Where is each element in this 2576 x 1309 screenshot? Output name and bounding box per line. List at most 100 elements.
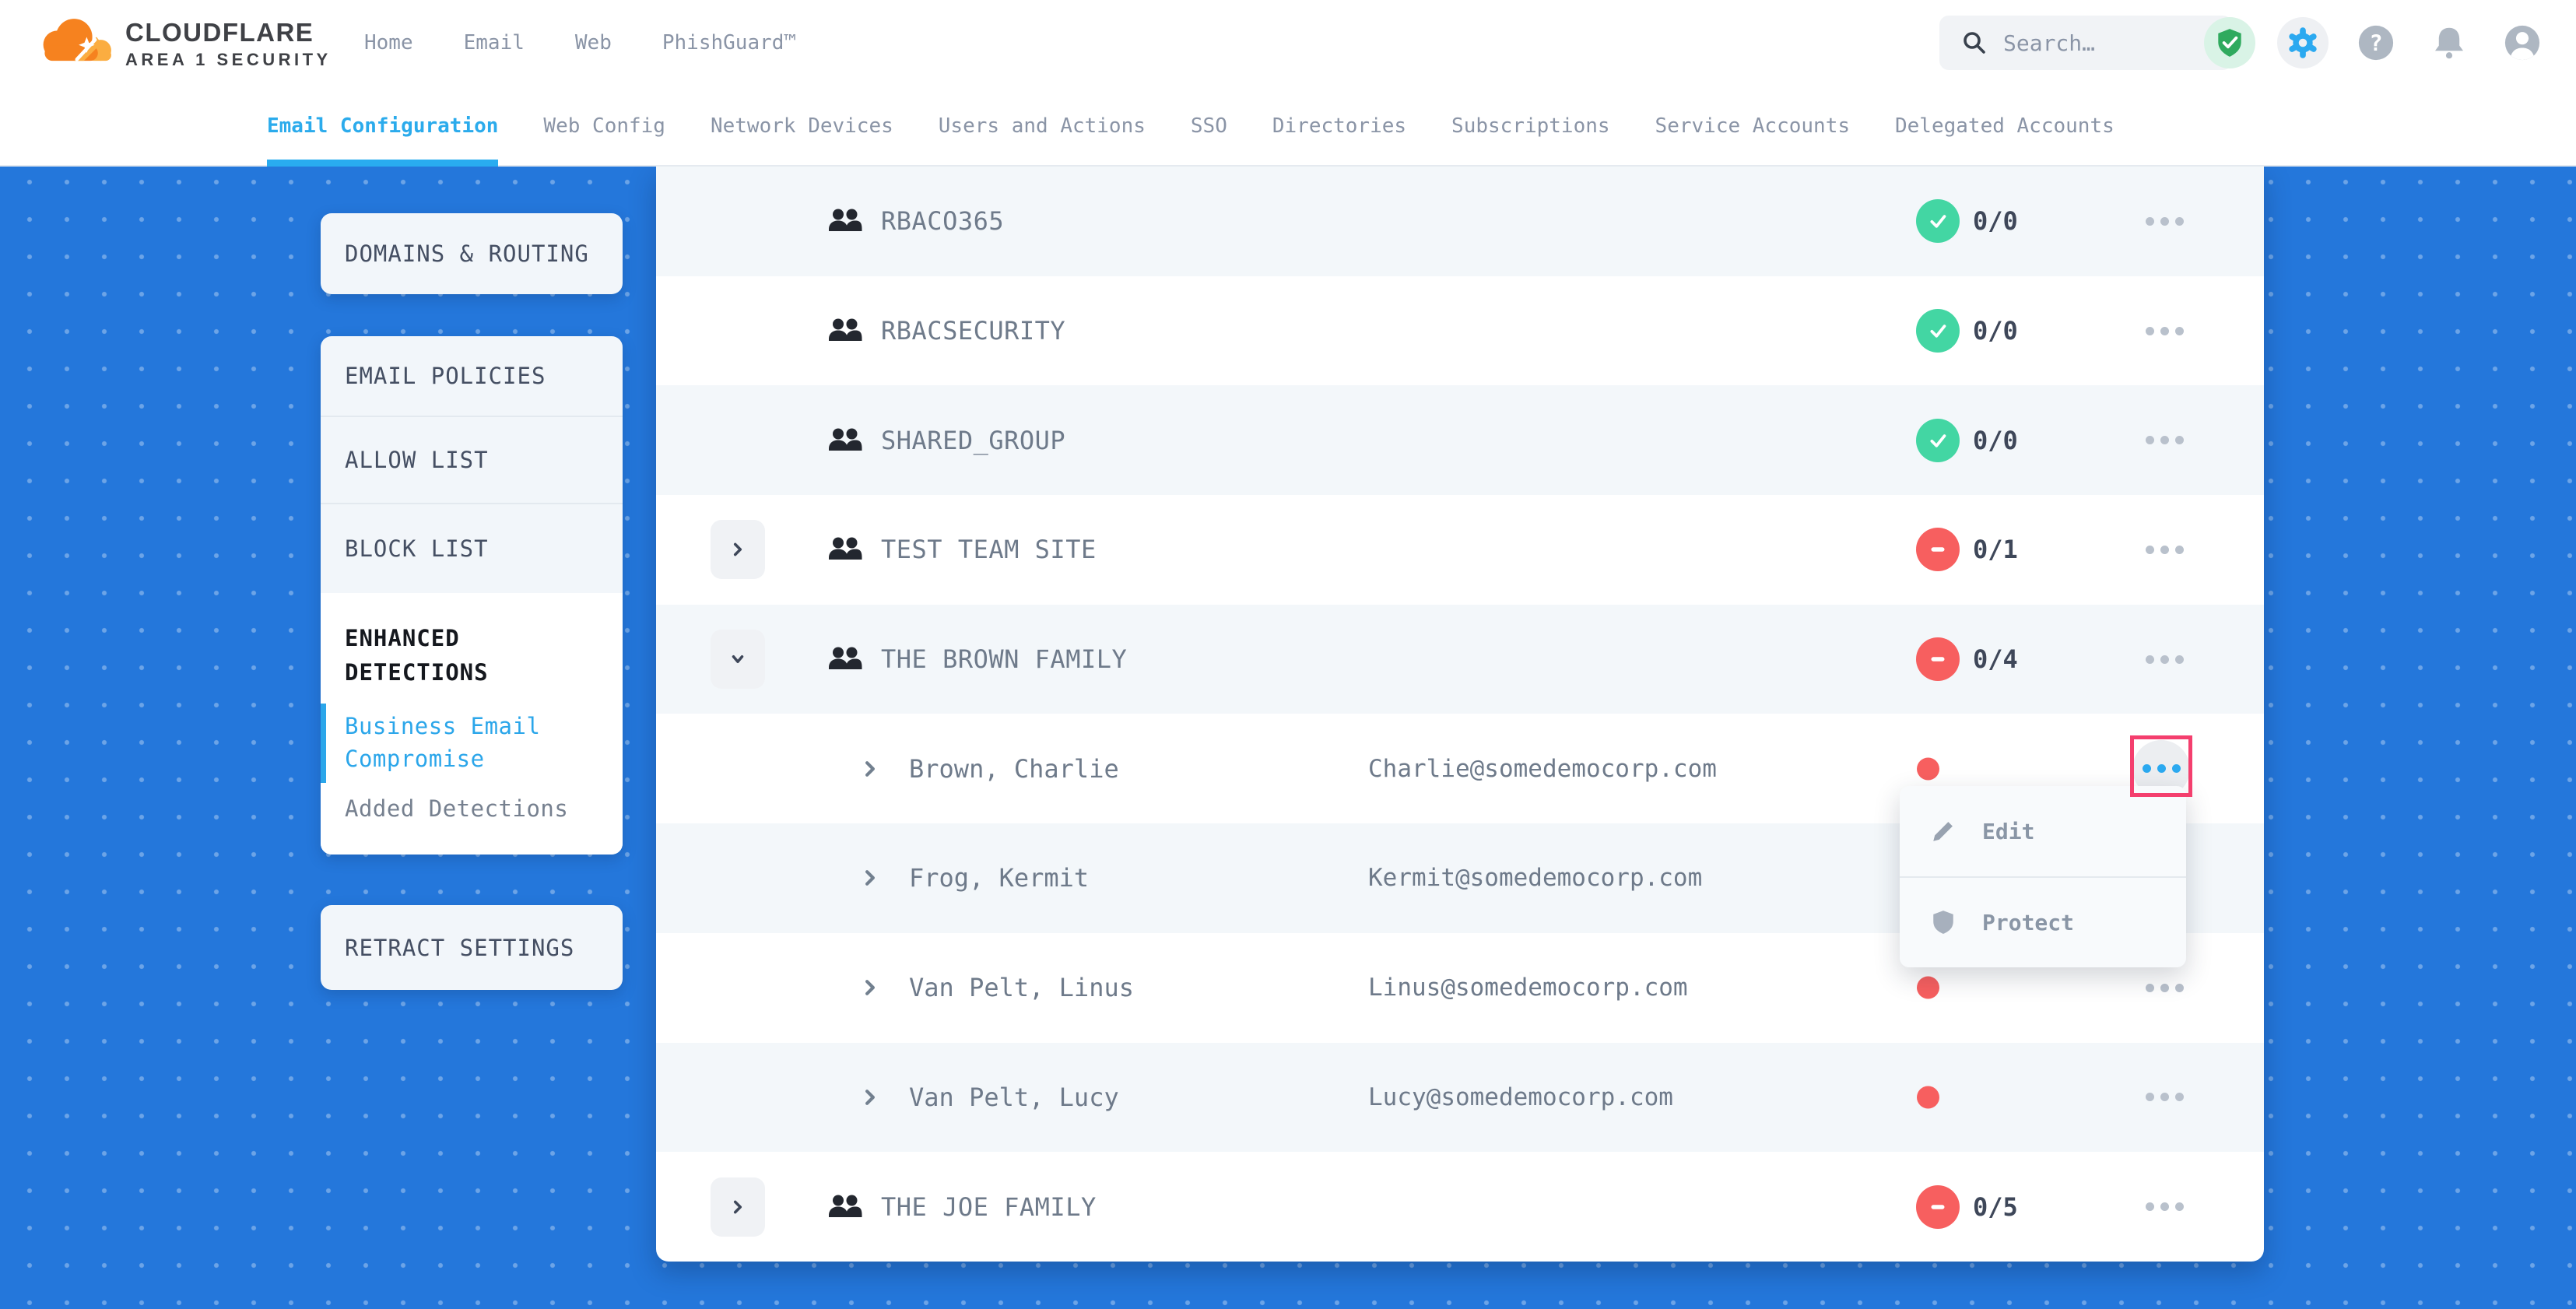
group-icon <box>827 426 863 454</box>
red-status-dot <box>1917 1086 1939 1108</box>
sidebar-item-business-email-compromise[interactable]: Business Email Compromise <box>345 710 599 775</box>
row-menu-button[interactable] <box>2126 630 2202 688</box>
chevron-right-icon <box>729 1198 746 1216</box>
group-name: THE JOE FAMILY <box>881 1192 1097 1222</box>
row-menu-button[interactable] <box>2126 1178 2202 1236</box>
row-menu-button[interactable] <box>2126 959 2202 1016</box>
click-highlight-annotation <box>2130 735 2192 797</box>
sidebar-item-added-detections[interactable]: Added Detections <box>345 792 599 825</box>
tab-sso[interactable]: SSO <box>1191 86 1227 167</box>
enhanced-detections-items: Business Email Compromise Added Detection… <box>345 710 599 825</box>
group-name: RBACSECURITY <box>881 316 1065 346</box>
red-status-dot <box>1917 757 1939 780</box>
nav-phishguard[interactable]: PhishGuard™ <box>662 31 796 54</box>
nav-web[interactable]: Web <box>575 31 612 54</box>
groups-table: RBACO365 0/0 RBACSECURITY 0/0 SHARED_GRO… <box>656 167 2264 1262</box>
enhanced-detections-title[interactable]: ENHANCED DETECTIONS <box>345 621 599 690</box>
row-context-menu: Edit Protect <box>1900 786 2186 967</box>
user-name: Van Pelt, Linus <box>909 973 1134 1002</box>
chevron-right-icon <box>860 977 880 998</box>
group-row: THE BROWN FAMILY 0/4 <box>656 605 2264 714</box>
content-area: DOMAINS & ROUTING EMAIL POLICIESALLOW LI… <box>0 167 2576 1309</box>
row-menu-button[interactable] <box>2126 192 2202 250</box>
sidebar-item-retract-settings[interactable]: RETRACT SETTINGS <box>321 905 623 990</box>
user-email: Linus@somedemocorp.com <box>1368 974 1688 1002</box>
user-name: Van Pelt, Lucy <box>909 1083 1119 1112</box>
tab-users-and-actions[interactable]: Users and Actions <box>939 86 1146 167</box>
tab-email-configuration[interactable]: Email Configuration <box>267 86 498 167</box>
protected-count: 0/0 <box>1973 206 2018 236</box>
status-ok-badge <box>1916 309 1960 353</box>
row-menu-button[interactable] <box>2126 521 2202 578</box>
group-icon <box>827 1193 863 1221</box>
brand-subtitle: AREA 1 SECURITY <box>125 50 332 70</box>
sidebar-card-policies: EMAIL POLICIESALLOW LISTBLOCK LIST ENHAN… <box>321 336 623 855</box>
user-name: Frog, Kermit <box>909 863 1089 893</box>
user-email: Lucy@somedemocorp.com <box>1368 1083 1673 1111</box>
protected-count: 0/5 <box>1973 1192 2018 1222</box>
notifications-button[interactable] <box>2423 17 2475 68</box>
tab-directories[interactable]: Directories <box>1272 86 1406 167</box>
search-input[interactable]: Search… <box>1939 16 2232 70</box>
settings-button[interactable] <box>2277 17 2329 68</box>
group-row: THE JOE FAMILY 0/5 <box>656 1152 2264 1262</box>
nav-email[interactable]: Email <box>464 31 525 54</box>
tab-network-devices[interactable]: Network Devices <box>711 86 893 167</box>
protected-count: 0/0 <box>1973 316 2018 346</box>
check-icon <box>1925 427 1951 454</box>
chevron-right-icon <box>729 541 746 558</box>
chevron-right-icon <box>860 1087 880 1107</box>
menu-item-label: Protect <box>1982 910 2074 935</box>
group-icon <box>827 535 863 563</box>
shield-check-icon <box>2213 26 2246 59</box>
expand-toggle-button[interactable] <box>711 630 765 689</box>
sidebar-item-allow-list[interactable]: ALLOW LIST <box>321 417 623 504</box>
chevron-right-icon <box>860 868 880 888</box>
nav-home[interactable]: Home <box>364 31 413 54</box>
menu-item-protect[interactable]: Protect <box>1900 876 2186 967</box>
sidebar-item-email-policies[interactable]: EMAIL POLICIES <box>321 336 623 417</box>
sidebar-section-enhanced-detections: ENHANCED DETECTIONS Business Email Compr… <box>321 593 623 855</box>
menu-item-edit[interactable]: Edit <box>1900 786 2186 876</box>
menu-item-label: Edit <box>1982 819 2034 844</box>
status-blocked-badge <box>1916 637 1960 681</box>
question-icon: ? <box>2356 23 2396 63</box>
user-email: Kermit@somedemocorp.com <box>1368 864 1702 892</box>
sidebar-item-domains-routing[interactable]: DOMAINS & ROUTING <box>321 213 623 294</box>
status-blocked-badge <box>1916 528 1960 571</box>
row-menu-button[interactable] <box>2126 412 2202 469</box>
expand-toggle-button[interactable] <box>711 520 765 579</box>
group-row: RBACO365 0/0 <box>656 167 2264 276</box>
primary-nav: Home Email Web PhishGuard™ <box>364 0 796 86</box>
secondary-nav: Email Configuration Web Config Network Dev… <box>0 86 2576 167</box>
tab-delegated-accounts[interactable]: Delegated Accounts <box>1895 86 2114 167</box>
tab-web-config[interactable]: Web Config <box>543 86 665 167</box>
account-button[interactable] <box>2497 17 2548 68</box>
protection-status-button[interactable] <box>2204 17 2255 68</box>
sidebar-item-block-list[interactable]: BLOCK LIST <box>321 504 623 593</box>
minus-icon <box>1925 646 1951 672</box>
status-ok-badge <box>1916 419 1960 462</box>
cloudflare-logo: CLOUDFLARE AREA 1 SECURITY <box>33 6 332 70</box>
app-window: CLOUDFLARE AREA 1 SECURITY Home Email Web P… <box>0 0 2576 1309</box>
group-row: SHARED_GROUP 0/0 <box>656 385 2264 495</box>
expand-toggle-button[interactable] <box>711 1177 765 1237</box>
user-email: Charlie@somedemocorp.com <box>1368 755 1717 783</box>
tab-subscriptions[interactable]: Subscriptions <box>1451 86 1610 167</box>
search-icon <box>1961 30 1988 56</box>
check-icon <box>1925 208 1951 234</box>
pencil-icon <box>1930 818 1957 844</box>
protected-count: 0/4 <box>1973 644 2018 674</box>
search-placeholder: Search… <box>2003 30 2095 56</box>
tab-service-accounts[interactable]: Service Accounts <box>1655 86 1850 167</box>
logo-text: CLOUDFLARE AREA 1 SECURITY <box>125 6 332 70</box>
minus-icon <box>1925 1194 1951 1220</box>
help-button[interactable]: ? <box>2350 17 2402 68</box>
bell-icon <box>2430 24 2468 61</box>
shield-icon <box>1930 909 1957 935</box>
group-row: TEST TEAM SITE 0/1 <box>656 495 2264 605</box>
row-menu-button[interactable] <box>2126 1069 2202 1126</box>
chevron-right-icon <box>860 759 880 779</box>
row-menu-button[interactable] <box>2126 302 2202 360</box>
brand-name: CLOUDFLARE <box>125 17 332 48</box>
